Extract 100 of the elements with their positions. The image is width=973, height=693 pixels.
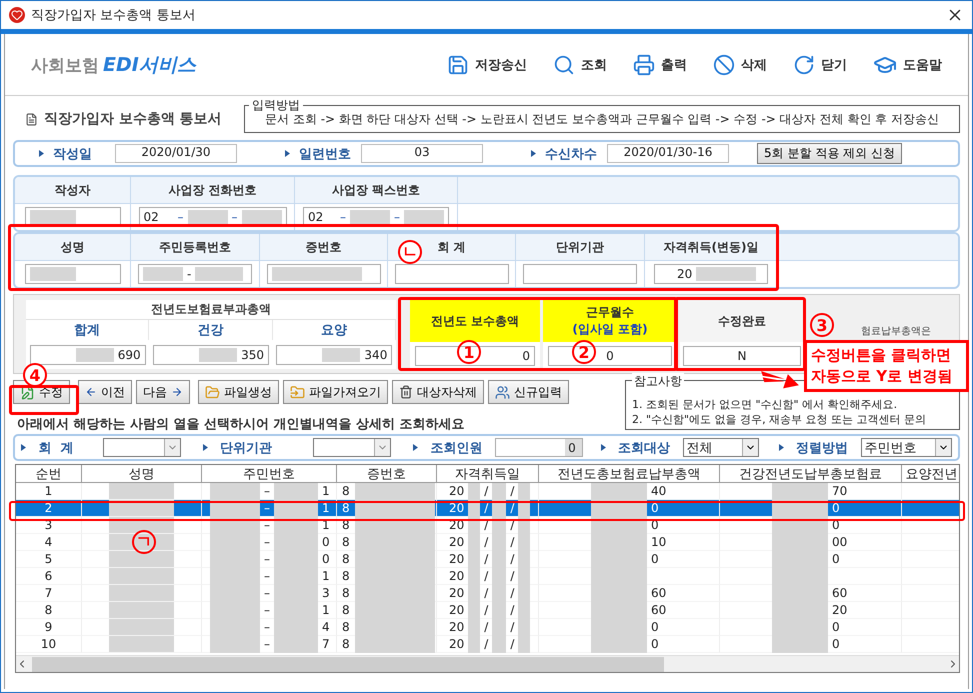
toolbar-button[interactable]: 조회: [551, 52, 609, 78]
toolbar-button[interactable]: 도움말: [871, 50, 944, 78]
separator: –: [264, 569, 270, 583]
amount: 60: [651, 586, 666, 600]
horizontal-scrollbar[interactable]: [16, 655, 959, 672]
toolbar-button[interactable]: 저장송신: [445, 52, 529, 78]
redacted-block: [109, 483, 174, 499]
scroll-thumb[interactable]: [32, 656, 664, 672]
column-header: 요양: [272, 320, 396, 340]
action-button[interactable]: 대상자삭제: [392, 380, 484, 404]
account-dropdown[interactable]: [102, 438, 181, 457]
premium-value: 340: [364, 348, 388, 362]
unit-dropdown[interactable]: [313, 438, 392, 457]
annotation-callout: 수정버튼을 클릭하면 자동으로 Y로 변경됨: [804, 340, 969, 392]
year-digits: 20: [449, 535, 464, 549]
exclude-request-button[interactable]: 5회 분할 적용 제외 신청: [757, 143, 902, 164]
separator: –: [264, 535, 270, 549]
salary-header: 전년도 보수총액: [410, 300, 540, 342]
redacted-block: [696, 267, 756, 281]
action-button[interactable]: 다음: [136, 380, 190, 404]
account-field[interactable]: [394, 264, 508, 284]
separator: /: [510, 535, 514, 549]
year-digits: 20: [449, 603, 464, 617]
column-header: 건강: [149, 320, 273, 340]
amount: 00: [832, 535, 848, 549]
count-field[interactable]: 0: [495, 438, 583, 457]
action-button[interactable]: 이전: [78, 380, 132, 404]
separator: /: [484, 552, 488, 566]
separator: –: [178, 210, 184, 224]
reference-text: 1. 조회된 문서가 없으면 "수신함" 에서 확인해주세요.: [632, 397, 898, 412]
filter-label: 단위기관: [220, 440, 274, 456]
redacted-block: [188, 210, 228, 224]
acquired-date-field[interactable]: 20: [654, 264, 768, 284]
field-label: 일련번호: [299, 146, 352, 162]
action-button[interactable]: 파일가져오기: [283, 380, 388, 404]
column-header: 증번호: [260, 234, 388, 261]
separator: /: [510, 484, 514, 498]
bullet-icon: [778, 444, 784, 451]
value-field[interactable]: 2020/01/30: [115, 144, 237, 163]
year-digits: 20: [449, 620, 464, 634]
rrn-field[interactable]: -: [138, 264, 252, 284]
printer-icon: [633, 54, 655, 76]
redacted-block: [109, 534, 174, 550]
table-cell: 7: [16, 585, 82, 602]
premium-field[interactable]: 350: [152, 344, 269, 364]
toolbar-button[interactable]: 삭제: [711, 52, 769, 78]
value-field[interactable]: 2020/01/30-16: [607, 144, 729, 163]
annotation-marker: 2: [572, 340, 596, 364]
left-arrow-icon: [85, 386, 97, 398]
toolbar-button[interactable]: 닫기: [791, 52, 849, 78]
amount: 20: [832, 603, 848, 617]
users-icon: [495, 384, 510, 400]
amount: 70: [832, 484, 848, 498]
redacted-block: [591, 482, 647, 500]
redacted-block: [210, 482, 260, 500]
amount: 0: [651, 552, 659, 566]
rrn-digit: 1: [322, 501, 330, 515]
highlight-frame: [9, 385, 79, 415]
amount: 0: [832, 637, 840, 651]
premium-field[interactable]: 340: [276, 344, 392, 364]
amount: 0: [651, 501, 659, 515]
separator: /: [510, 501, 514, 515]
column-header: 단위기관: [516, 234, 645, 261]
search-icon: [553, 54, 575, 76]
toolbar-button[interactable]: 출력: [631, 52, 689, 78]
document-title: 직장가입자 보수총액 통보서: [44, 110, 223, 128]
months-label: 근무월수: [586, 304, 634, 321]
unit-field[interactable]: [523, 264, 637, 284]
action-button[interactable]: 파일생성: [198, 380, 279, 404]
bullet-icon: [202, 444, 208, 451]
folder-arrow-icon: [290, 384, 305, 400]
redacted-block: [109, 568, 174, 584]
value-field[interactable]: 03: [361, 144, 483, 163]
filter-label: 회 계: [38, 440, 74, 456]
action-button[interactable]: 신규입력: [488, 380, 569, 404]
separator: –: [264, 484, 270, 498]
column-header: 성명: [82, 465, 202, 483]
redacted-block: [404, 210, 444, 224]
amount: 0: [651, 637, 659, 651]
target-dropdown[interactable]: 전체: [682, 438, 759, 457]
redacted-block: [492, 636, 506, 652]
column-header: 주민번호: [202, 465, 337, 483]
separator: /: [484, 569, 488, 583]
amount: 0: [832, 501, 840, 515]
separator: /: [510, 637, 514, 651]
column-header: 사업장 전화번호: [131, 177, 295, 204]
column-header: 순번: [16, 465, 82, 483]
rrn-digit: 1: [322, 569, 330, 583]
redacted-block: [468, 482, 480, 500]
sort-dropdown[interactable]: 주민번호: [860, 438, 952, 457]
done-field[interactable]: N: [683, 346, 801, 366]
premium-field[interactable]: 690: [30, 344, 146, 364]
column-header: 성명: [15, 234, 131, 261]
redacted-block: [210, 636, 260, 652]
name-field[interactable]: [24, 264, 120, 284]
separator: /: [484, 603, 488, 617]
card-number-field[interactable]: [266, 264, 380, 284]
year-digits: 20: [449, 484, 464, 498]
table-cell: 1: [16, 483, 82, 500]
rrn-digit: 7: [322, 637, 330, 651]
